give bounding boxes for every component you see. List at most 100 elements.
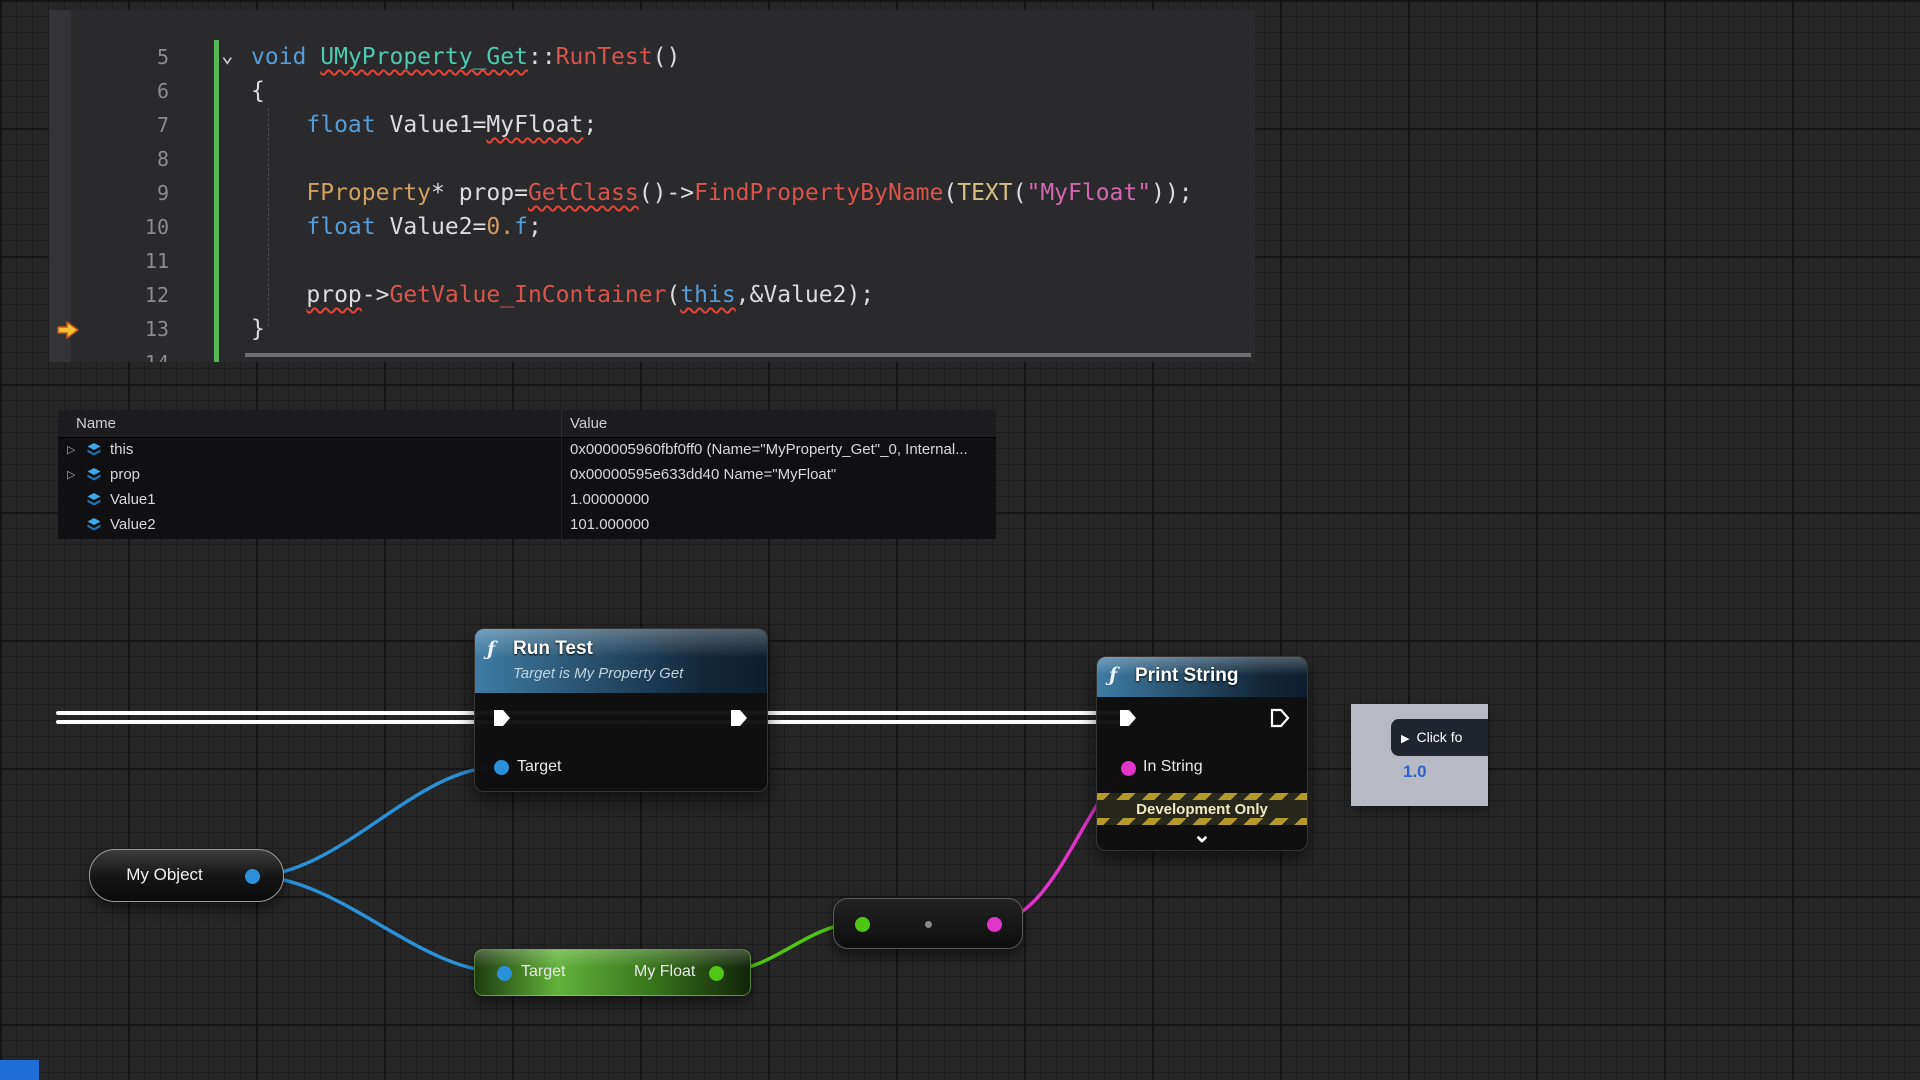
token-pl: Value1=: [389, 112, 486, 138]
token-pl: (): [653, 44, 681, 70]
watch-row-Value2[interactable]: Value2101.000000: [58, 513, 996, 538]
code-line-13[interactable]: 13}: [49, 312, 1255, 346]
token-pl: ));: [1151, 180, 1193, 206]
watch-value: 101.000000: [570, 516, 649, 533]
code-text: {: [251, 74, 265, 108]
token-pl: (: [943, 180, 957, 206]
object-wire-to-getter[interactable]: [252, 876, 502, 972]
collapse-chevron-icon[interactable]: ⌄: [1097, 823, 1307, 847]
token-kw: float: [306, 112, 389, 138]
token-pl: {: [251, 78, 265, 104]
token-fn: GetClass: [528, 180, 639, 206]
column-divider[interactable]: [561, 410, 562, 539]
watch-value: 1.00000000: [570, 491, 649, 508]
token-fn: FindPropertyByName: [694, 180, 943, 206]
unreal-blueprint-debug-view: ƒ Run Test Target is My Property Get Tar…: [0, 0, 1920, 1080]
token-pl: (: [1013, 180, 1027, 206]
exec-in-pin[interactable]: [1117, 707, 1139, 729]
target-input-pin[interactable]: [494, 760, 509, 775]
click-for-more-button[interactable]: ▶Click fo: [1391, 719, 1488, 756]
column-header-name: Name: [76, 415, 116, 432]
line-number: 7: [89, 108, 169, 142]
code-text: float Value2=0.f;: [251, 210, 542, 244]
my-object-output-pin[interactable]: [245, 869, 260, 884]
development-only-banner: Development Only: [1097, 793, 1307, 825]
token-macro: TEXT: [957, 180, 1012, 206]
object-wire-to-run-test[interactable]: [252, 767, 498, 876]
execution-pointer-icon: [55, 319, 81, 341]
token-kw: void: [251, 44, 320, 70]
watch-name: Value1: [110, 491, 156, 508]
getter-target-pin[interactable]: [497, 966, 512, 981]
my-float-output-pin[interactable]: [709, 966, 724, 981]
line-number: 8: [89, 142, 169, 176]
watch-value: 0x000005960fbf0ff0 (Name="MyProperty_Get…: [570, 441, 968, 458]
variable-icon: [86, 467, 102, 483]
code-text: void UMyProperty_Get::RunTest(): [251, 40, 680, 74]
token-type2: FProperty: [306, 180, 431, 206]
token-pl: MyFloat: [486, 112, 583, 138]
token-fn: GetValue_InContainer: [389, 282, 666, 308]
node-float-to-string-conversion[interactable]: [833, 898, 1023, 949]
watch-header: Name Value: [58, 410, 996, 438]
watch-row-Value1[interactable]: Value1 1.00000000: [58, 488, 996, 513]
line-number: 14: [89, 346, 169, 362]
token-pl: Value2=: [389, 214, 486, 240]
code-line-11[interactable]: 11: [49, 244, 1255, 278]
conversion-output-pin[interactable]: [987, 917, 1002, 932]
token-pl: }: [251, 316, 265, 342]
variable-icon: [86, 492, 102, 508]
exec-in-pin[interactable]: [491, 707, 513, 729]
line-number: 12: [89, 278, 169, 312]
node-get-my-float[interactable]: Target My Float: [474, 949, 751, 996]
target-pin-label: Target: [517, 758, 561, 776]
token-pl: * prop=: [431, 180, 528, 206]
watch-window[interactable]: Name Value ▷ this 0x000005960fbf0ff0 (Name…: [58, 410, 996, 539]
code-line-10[interactable]: 10 float Value2=0.f;: [49, 210, 1255, 244]
code-line-7[interactable]: 7 float Value1=MyFloat;: [49, 108, 1255, 142]
bottom-left-accent: [0, 1060, 39, 1080]
token-pl: (: [666, 282, 680, 308]
code-line-12[interactable]: 12 prop->GetValue_InContainer(this,&Value…: [49, 278, 1255, 312]
code-line-5[interactable]: 5⌄void UMyProperty_Get::RunTest(): [49, 40, 1255, 74]
token-pl: prop: [306, 282, 361, 308]
watch-value: 0x00000595e633dd40 Name="MyFloat": [570, 466, 836, 483]
node-run-test[interactable]: ƒ Run Test Target is My Property Get Tar…: [474, 628, 768, 792]
conversion-dot-icon: [925, 921, 932, 928]
token-pl: ;: [583, 112, 597, 138]
fold-chevron-icon[interactable]: ⌄: [221, 38, 234, 72]
exec-out-pin[interactable]: [1269, 707, 1291, 729]
watch-name: prop: [110, 466, 140, 483]
expander-icon[interactable]: ▷: [67, 468, 75, 481]
debug-value-tooltip: ▶Click fo 1.0: [1351, 704, 1488, 806]
node-print-string[interactable]: ƒ Print String In String Development Onl…: [1096, 656, 1308, 851]
line-number: 6: [89, 74, 169, 108]
line-number: 10: [89, 210, 169, 244]
node-my-object[interactable]: My Object: [89, 849, 284, 902]
watched-value: 1.0: [1403, 762, 1427, 782]
code-editor[interactable]: 5⌄void UMyProperty_Get::RunTest()6{7floa…: [49, 10, 1255, 362]
variable-label: My Object: [90, 865, 239, 885]
expander-icon[interactable]: ▷: [67, 443, 75, 456]
code-text: FProperty* prop=GetClass()->FindProperty…: [251, 176, 1193, 210]
play-icon: ▶: [1401, 733, 1409, 745]
watch-row-prop[interactable]: ▷ prop 0x00000595e633dd40 Name="MyFloat": [58, 463, 996, 488]
token-type: UMyProperty_Get: [320, 44, 528, 70]
function-icon: ƒ: [487, 638, 495, 660]
node-run-test-header[interactable]: ƒ Run Test Target is My Property Get: [475, 629, 767, 693]
token-fn: RunTest: [556, 44, 653, 70]
code-line-9[interactable]: 9FProperty* prop=GetClass()->FindPropert…: [49, 176, 1255, 210]
watch-row-this[interactable]: ▷ this 0x000005960fbf0ff0 (Name="MyPropert…: [58, 438, 996, 463]
code-line-8[interactable]: 8: [49, 142, 1255, 176]
exec-out-pin[interactable]: [728, 707, 750, 729]
code-text: float Value1=MyFloat;: [251, 108, 597, 142]
in-string-pin[interactable]: [1121, 761, 1136, 776]
horizontal-scrollbar[interactable]: [245, 353, 1251, 357]
watch-name: this: [110, 441, 133, 458]
conversion-input-pin[interactable]: [855, 917, 870, 932]
development-only-label: Development Only: [1136, 801, 1268, 818]
code-text: prop->GetValue_InContainer(this,&Value2)…: [251, 278, 874, 312]
code-line-6[interactable]: 6{: [49, 74, 1255, 108]
token-pl: ;: [528, 214, 542, 240]
node-print-string-header[interactable]: ƒ Print String: [1097, 657, 1307, 697]
